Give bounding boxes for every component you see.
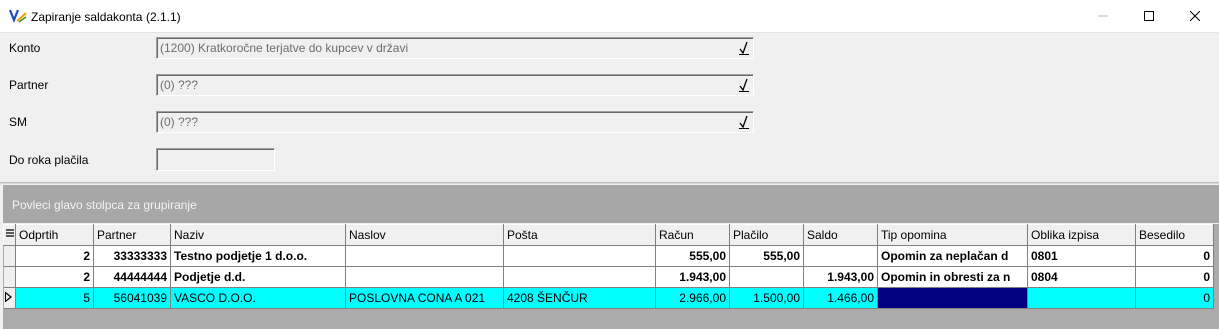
cell-partner[interactable]: 56041039 bbox=[93, 287, 171, 309]
group-by-hint: Povleci glavo stolpca za grupiranje bbox=[12, 198, 197, 212]
group-by-panel[interactable]: Povleci glavo stolpca za grupiranje bbox=[3, 185, 1219, 223]
minimize-icon bbox=[1098, 15, 1108, 17]
window-title: Zapiranje saldakonta bbox=[31, 10, 143, 24]
cell-naziv[interactable]: Testno podjetje 1 d.o.o. bbox=[170, 245, 346, 267]
partner-combo[interactable]: (0) ??? bbox=[156, 74, 754, 96]
cell-oblika-izpisa[interactable] bbox=[1027, 287, 1136, 309]
grid-header-indicator[interactable] bbox=[3, 224, 16, 246]
column-header-posta[interactable]: Pošta bbox=[503, 224, 656, 246]
cell-placilo[interactable]: 1.500,00 bbox=[729, 287, 804, 309]
cell-partner[interactable]: 44444444 bbox=[93, 266, 171, 288]
cell-saldo[interactable]: 1.943,00 bbox=[803, 266, 878, 288]
cell-odprtih[interactable]: 2 bbox=[15, 245, 94, 267]
konto-dropdown-button[interactable] bbox=[737, 40, 751, 56]
maximize-button[interactable] bbox=[1126, 0, 1172, 32]
table-row[interactable]: 2 33333333 Testno podjetje 1 d.o.o. 555,… bbox=[3, 245, 1214, 267]
current-row-arrow-icon bbox=[5, 292, 13, 302]
cell-odprtih[interactable]: 2 bbox=[15, 266, 94, 288]
grid-table: Odprtih Partner Naziv Naslov Pošta Račun… bbox=[3, 224, 1214, 309]
cell-odprtih[interactable]: 5 bbox=[15, 287, 94, 309]
column-header-tip-opomina[interactable]: Tip opomina bbox=[877, 224, 1028, 246]
sm-dropdown-button[interactable] bbox=[737, 114, 751, 130]
cell-besedilo[interactable]: 0 bbox=[1135, 245, 1214, 267]
cell-placilo[interactable] bbox=[729, 266, 804, 288]
rok-label: Do roka plačila bbox=[9, 153, 89, 167]
cell-naslov[interactable] bbox=[345, 266, 504, 288]
cell-besedilo[interactable]: 0 bbox=[1135, 287, 1214, 309]
cell-placilo[interactable]: 555,00 bbox=[729, 245, 804, 267]
row-indicator[interactable] bbox=[3, 245, 16, 267]
checkmark-dropdown-icon bbox=[739, 41, 749, 55]
column-header-oblika-izpisa[interactable]: Oblika izpisa bbox=[1027, 224, 1136, 246]
column-header-naslov[interactable]: Naslov bbox=[345, 224, 504, 246]
column-header-partner[interactable]: Partner bbox=[93, 224, 171, 246]
cell-racun[interactable]: 1.943,00 bbox=[655, 266, 730, 288]
cell-oblika-izpisa[interactable]: 0804 bbox=[1027, 266, 1136, 288]
konto-combo[interactable]: (1200) Kratkoročne terjatve do kupcev v … bbox=[156, 37, 754, 59]
cell-naziv[interactable]: VASCO D.O.O. bbox=[170, 287, 346, 309]
cell-racun[interactable]: 2.966,00 bbox=[655, 287, 730, 309]
rok-placila-input[interactable] bbox=[156, 148, 275, 171]
sm-value: (0) ??? bbox=[160, 115, 199, 129]
maximize-icon bbox=[1144, 11, 1154, 21]
checkmark-dropdown-icon bbox=[739, 115, 749, 129]
column-header-naziv[interactable]: Naziv bbox=[170, 224, 346, 246]
cell-tip-opomina[interactable]: Opomin za neplačan d bbox=[877, 245, 1028, 267]
title-bar: Zapiranje saldakonta (2.1.1) bbox=[0, 0, 1219, 33]
column-header-odprtih[interactable]: Odprtih bbox=[15, 224, 94, 246]
cell-posta[interactable] bbox=[503, 245, 656, 267]
close-icon bbox=[1190, 11, 1200, 21]
cell-naziv[interactable]: Podjetje d.d. bbox=[170, 266, 346, 288]
close-button[interactable] bbox=[1172, 0, 1218, 32]
konto-label: Konto bbox=[9, 41, 41, 55]
cell-besedilo[interactable]: 0 bbox=[1135, 266, 1214, 288]
konto-value: (1200) Kratkoročne terjatve do kupcev v … bbox=[160, 41, 409, 55]
data-grid[interactable]: Odprtih Partner Naziv Naslov Pošta Račun… bbox=[3, 224, 1219, 329]
cell-partner[interactable]: 33333333 bbox=[93, 245, 171, 267]
cell-naslov[interactable]: POSLOVNA CONA A 021 bbox=[345, 287, 504, 309]
cell-posta[interactable]: 4208 ŠENČUR bbox=[503, 287, 656, 309]
partner-dropdown-button[interactable] bbox=[737, 77, 751, 93]
column-header-besedilo[interactable]: Besedilo bbox=[1135, 224, 1214, 246]
cell-saldo[interactable]: 1.466,00 bbox=[803, 287, 878, 309]
row-indicator[interactable] bbox=[3, 266, 16, 288]
column-header-placilo[interactable]: Plačilo bbox=[729, 224, 804, 246]
app-logo-icon bbox=[9, 9, 27, 23]
sm-label: SM bbox=[9, 115, 27, 129]
grid-menu-icon bbox=[5, 229, 14, 237]
column-header-racun[interactable]: Račun bbox=[655, 224, 730, 246]
column-header-saldo[interactable]: Saldo bbox=[803, 224, 878, 246]
grid-header-row: Odprtih Partner Naziv Naslov Pošta Račun… bbox=[3, 224, 1214, 246]
cell-tip-opomina-focused[interactable] bbox=[877, 287, 1028, 309]
cell-saldo[interactable] bbox=[803, 245, 878, 267]
sm-combo[interactable]: (0) ??? bbox=[156, 111, 754, 133]
window-version: (2.1.1) bbox=[146, 10, 181, 24]
separator bbox=[0, 182, 1219, 184]
checkmark-dropdown-icon bbox=[739, 78, 749, 92]
cell-naslov[interactable] bbox=[345, 245, 504, 267]
partner-value: (0) ??? bbox=[160, 78, 199, 92]
table-row[interactable]: 2 44444444 Podjetje d.d. 1.943,00 1.943,… bbox=[3, 266, 1214, 288]
table-row-selected[interactable]: 5 56041039 VASCO D.O.O. POSLOVNA CONA A … bbox=[3, 287, 1214, 309]
row-indicator-current[interactable] bbox=[3, 287, 16, 309]
minimize-button[interactable] bbox=[1080, 0, 1126, 32]
cell-tip-opomina[interactable]: Opomin in obresti za n bbox=[877, 266, 1028, 288]
cell-racun[interactable]: 555,00 bbox=[655, 245, 730, 267]
partner-label: Partner bbox=[9, 78, 49, 92]
cell-posta[interactable] bbox=[503, 266, 656, 288]
cell-oblika-izpisa[interactable]: 0801 bbox=[1027, 245, 1136, 267]
